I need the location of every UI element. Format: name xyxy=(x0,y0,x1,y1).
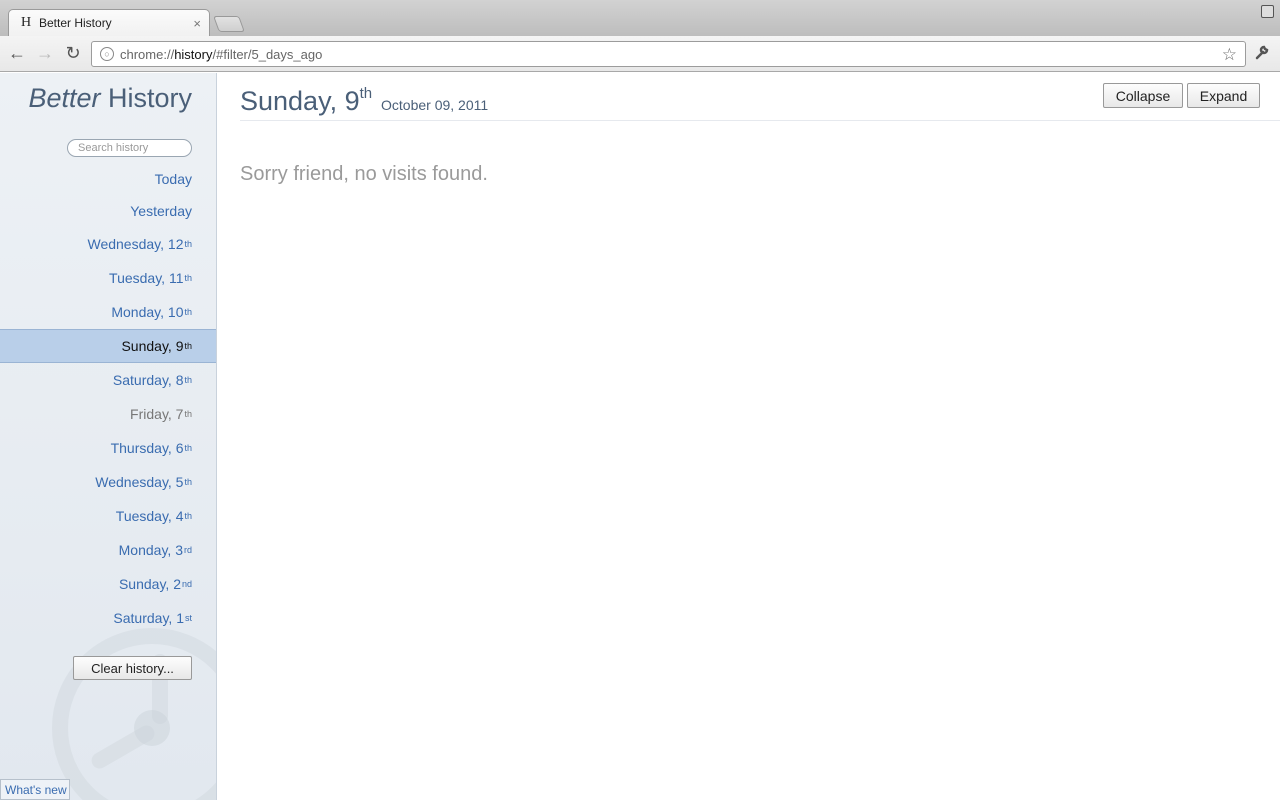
url-host: history xyxy=(174,46,213,62)
search-input[interactable] xyxy=(67,139,192,157)
day-list: Today Yesterday Wednesday, 12th Tuesday,… xyxy=(0,163,216,635)
logo-history: History xyxy=(100,83,192,113)
sidebar-item-sunday-9[interactable]: Sunday, 9th xyxy=(0,329,216,363)
reload-icon[interactable]: ↻ xyxy=(63,43,83,64)
page-date: October 09, 2011 xyxy=(381,97,489,113)
tab-better-history[interactable]: H Better History × xyxy=(8,9,210,36)
main-content: Sunday, 9th October 09, 2011 Collapse Ex… xyxy=(217,73,1280,800)
url-path: /#filter/5_days_ago xyxy=(212,46,323,62)
tab-title: Better History xyxy=(39,16,112,30)
sidebar-item-today[interactable]: Today xyxy=(0,163,216,195)
url-prefix: chrome:// xyxy=(120,46,175,62)
browser-toolbar: ← → ↻ ○ chrome://history/#filter/5_days_… xyxy=(0,36,1280,72)
sidebar-item-saturday-1[interactable]: Saturday, 1st xyxy=(0,601,216,635)
collapse-button[interactable]: Collapse xyxy=(1103,83,1183,108)
url-text: chrome://history/#filter/5_days_ago xyxy=(120,47,322,62)
sidebar-item-monday-3[interactable]: Monday, 3rd xyxy=(0,533,216,567)
sidebar-item-tuesday-11[interactable]: Tuesday, 11th xyxy=(0,261,216,295)
clear-history-button[interactable]: Clear history... xyxy=(73,656,192,680)
sidebar: Better History Today Yesterday Wednesday… xyxy=(0,73,217,800)
sidebar-item-tuesday-4[interactable]: Tuesday, 4th xyxy=(0,499,216,533)
sidebar-item-wednesday-5[interactable]: Wednesday, 5th xyxy=(0,465,216,499)
address-bar[interactable]: ○ chrome://history/#filter/5_days_ago ☆ xyxy=(91,41,1246,67)
page-title: Sunday, 9th xyxy=(240,85,373,116)
new-tab-button[interactable] xyxy=(213,16,245,32)
back-arrow-icon[interactable]: ← xyxy=(7,43,27,64)
sidebar-item-monday-10[interactable]: Monday, 10th xyxy=(0,295,216,329)
sidebar-item-yesterday[interactable]: Yesterday xyxy=(0,195,216,227)
sidebar-item-sunday-2[interactable]: Sunday, 2nd xyxy=(0,567,216,601)
app-logo: Better History xyxy=(28,83,192,114)
expand-button[interactable]: Expand xyxy=(1187,83,1260,108)
close-tab-icon[interactable]: × xyxy=(193,16,201,31)
page-globe-icon: ○ xyxy=(100,47,114,61)
wrench-menu-icon[interactable] xyxy=(1254,44,1270,65)
sidebar-item-friday-7[interactable]: Friday, 7th xyxy=(0,397,216,431)
empty-state-message: Sorry friend, no visits found. xyxy=(240,163,488,185)
wrench-icon xyxy=(1255,45,1269,60)
window-fullscreen-icon[interactable] xyxy=(1261,5,1274,18)
logo-better: Better xyxy=(28,83,101,113)
bookmark-star-icon[interactable]: ☆ xyxy=(1222,45,1237,65)
whats-new-link[interactable]: What's new xyxy=(0,779,70,800)
chrome-watermark-icon xyxy=(52,628,216,800)
day-header: Sunday, 9th October 09, 2011 Collapse Ex… xyxy=(240,83,1280,121)
sidebar-item-thursday-6[interactable]: Thursday, 6th xyxy=(0,431,216,465)
history-favicon-icon: H xyxy=(21,15,32,30)
sidebar-item-saturday-8[interactable]: Saturday, 8th xyxy=(0,363,216,397)
sidebar-item-wednesday-12[interactable]: Wednesday, 12th xyxy=(0,227,216,261)
tab-strip: H Better History × xyxy=(0,0,1280,36)
forward-arrow-icon[interactable]: → xyxy=(35,43,55,64)
